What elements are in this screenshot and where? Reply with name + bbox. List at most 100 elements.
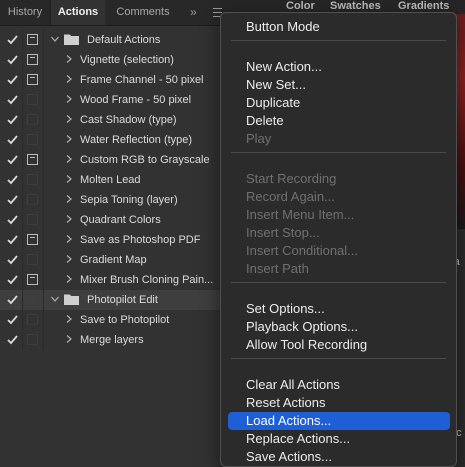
action-row[interactable]: Vignette (selection) xyxy=(0,50,222,70)
action-label: Gradient Map xyxy=(80,254,147,266)
chevron-right-icon[interactable] xyxy=(64,194,74,204)
menu-item-replace-actions[interactable]: Replace Actions... xyxy=(221,430,456,448)
action-label: Mixer Brush Cloning Pain... xyxy=(80,274,214,286)
menu-item-insert-conditional: Insert Conditional... xyxy=(246,243,359,258)
menu-item-new-set[interactable]: New Set... xyxy=(221,76,456,94)
menu-item-allow-tool-recording[interactable]: Allow Tool Recording xyxy=(221,336,456,354)
action-row[interactable]: Save to Photopilot xyxy=(0,310,222,330)
action-row[interactable]: Gradient Map xyxy=(0,250,222,270)
check-icon[interactable] xyxy=(6,93,19,106)
check-icon[interactable] xyxy=(6,213,19,226)
check-icon[interactable] xyxy=(6,53,19,66)
action-row[interactable]: Sepia Toning (layer) xyxy=(0,190,222,210)
tab-gradients[interactable]: Gradients xyxy=(398,0,449,12)
menu-item-load-actions[interactable]: Load Actions... xyxy=(228,412,450,430)
chevron-right-icon[interactable] xyxy=(64,114,74,124)
dialog-toggle-icon[interactable] xyxy=(27,74,38,85)
dialog-toggle-icon[interactable] xyxy=(27,254,38,265)
action-row[interactable]: Save as Photoshop PDF xyxy=(0,230,222,250)
folder-icon xyxy=(64,34,79,45)
dialog-toggle-icon[interactable] xyxy=(27,54,38,65)
menu-item-button-mode[interactable]: Button Mode xyxy=(221,18,456,36)
dialog-toggle-icon[interactable] xyxy=(27,314,38,325)
column-divider xyxy=(22,250,23,270)
tab-actions[interactable]: Actions xyxy=(51,0,105,25)
chevron-right-icon[interactable] xyxy=(64,54,74,64)
dialog-toggle-icon[interactable] xyxy=(27,114,38,125)
chevron-right-icon[interactable] xyxy=(64,274,74,284)
dialog-toggle-icon[interactable] xyxy=(27,194,38,205)
chevron-down-icon[interactable] xyxy=(50,294,60,304)
chevron-right-icon[interactable] xyxy=(64,94,74,104)
chevron-right-icon[interactable] xyxy=(64,154,74,164)
dialog-toggle-icon[interactable] xyxy=(27,154,38,165)
action-row[interactable]: Wood Frame - 50 pixel xyxy=(0,90,222,110)
dialog-toggle-icon[interactable] xyxy=(27,234,38,245)
dialog-toggle-icon[interactable] xyxy=(27,334,38,345)
chevron-right-icon[interactable] xyxy=(64,134,74,144)
menu-item-save-actions[interactable]: Save Actions... xyxy=(221,448,456,466)
menu-item-record-again: Record Again... xyxy=(246,189,335,204)
menu-item-new-action[interactable]: New Action... xyxy=(221,58,456,76)
dialog-toggle-icon[interactable] xyxy=(27,134,38,145)
action-set-row[interactable]: Default Actions xyxy=(0,30,222,50)
menu-item-reset-actions[interactable]: Reset Actions xyxy=(221,394,456,412)
chevron-right-icon[interactable] xyxy=(64,334,74,344)
tab-color[interactable]: Color xyxy=(286,0,315,12)
dialog-toggle-icon[interactable] xyxy=(27,174,38,185)
column-divider xyxy=(22,230,23,250)
action-row[interactable]: Quadrant Colors xyxy=(0,210,222,230)
action-label: Vignette (selection) xyxy=(80,54,174,66)
action-row[interactable]: Merge layers xyxy=(0,330,222,350)
check-icon[interactable] xyxy=(6,73,19,86)
check-icon[interactable] xyxy=(6,273,19,286)
action-row[interactable]: Water Reflection (type) xyxy=(0,130,222,150)
menu-item-set-options[interactable]: Set Options... xyxy=(221,300,456,318)
collapse-panels-icon[interactable]: » xyxy=(190,0,197,25)
chevron-right-icon[interactable] xyxy=(64,254,74,264)
check-icon[interactable] xyxy=(6,313,19,326)
check-icon[interactable] xyxy=(6,233,19,246)
chevron-right-icon[interactable] xyxy=(64,214,74,224)
action-row[interactable]: Mixer Brush Cloning Pain... xyxy=(0,270,222,290)
tab-swatches[interactable]: Swatches xyxy=(330,0,381,12)
action-row[interactable]: Custom RGB to Grayscale xyxy=(0,150,222,170)
check-icon[interactable] xyxy=(6,33,19,46)
menu-item-delete[interactable]: Delete xyxy=(221,112,456,130)
check-icon[interactable] xyxy=(6,293,19,306)
dialog-toggle-icon[interactable] xyxy=(27,94,38,105)
dialog-toggle-icon[interactable] xyxy=(27,214,38,225)
menu-item-clear-all-actions[interactable]: Clear All Actions xyxy=(221,376,456,394)
dialog-toggle-icon[interactable] xyxy=(27,294,38,305)
action-row[interactable]: Cast Shadow (type) xyxy=(0,110,222,130)
menu-item-playback-options[interactable]: Playback Options... xyxy=(221,318,456,336)
check-icon[interactable] xyxy=(6,333,19,346)
action-label: Merge layers xyxy=(80,334,144,346)
chevron-right-icon[interactable] xyxy=(64,234,74,244)
column-divider xyxy=(22,270,23,290)
dialog-toggle-icon[interactable] xyxy=(27,274,38,285)
tab-comments[interactable]: Comments xyxy=(106,0,180,25)
chevron-right-icon[interactable] xyxy=(64,74,74,84)
column-divider xyxy=(43,190,44,210)
column-divider xyxy=(22,70,23,90)
actions-panel: History Actions Comments » Default Actio… xyxy=(0,0,222,467)
chevron-right-icon[interactable] xyxy=(64,314,74,324)
action-row[interactable]: Frame Channel - 50 pixel xyxy=(0,70,222,90)
action-row[interactable]: Molten Lead xyxy=(0,170,222,190)
chevron-down-icon[interactable] xyxy=(50,34,60,44)
chevron-right-icon[interactable] xyxy=(64,174,74,184)
check-icon[interactable] xyxy=(6,133,19,146)
check-icon[interactable] xyxy=(6,173,19,186)
check-icon[interactable] xyxy=(6,153,19,166)
column-divider xyxy=(43,250,44,270)
tab-history[interactable]: History xyxy=(0,0,51,25)
action-label: Cast Shadow (type) xyxy=(80,114,177,126)
column-divider xyxy=(43,150,44,170)
dialog-toggle-icon[interactable] xyxy=(27,34,38,45)
check-icon[interactable] xyxy=(6,113,19,126)
check-icon[interactable] xyxy=(6,253,19,266)
check-icon[interactable] xyxy=(6,193,19,206)
action-set-row[interactable]: Photopilot Edit xyxy=(0,290,222,310)
menu-item-duplicate[interactable]: Duplicate xyxy=(221,94,456,112)
